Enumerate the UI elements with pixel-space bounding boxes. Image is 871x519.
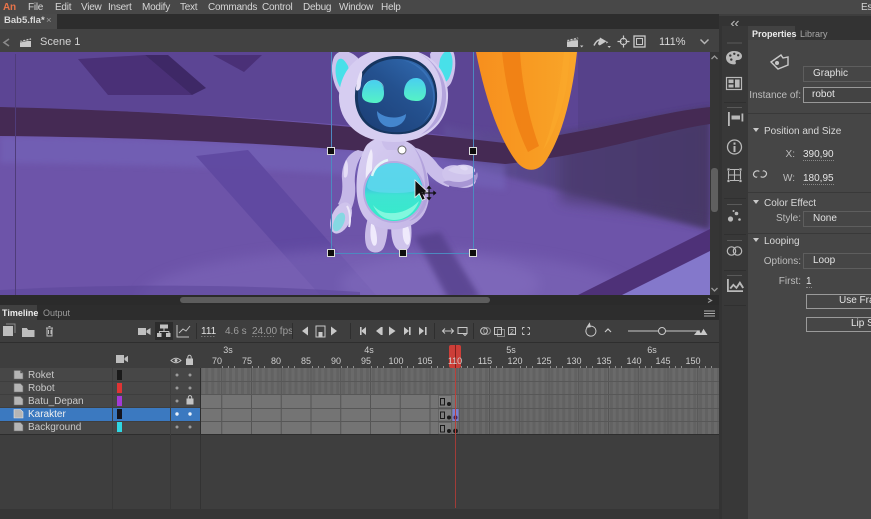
svg-text:Karakter: Karakter xyxy=(28,409,66,420)
svg-text:24.00 fps: 24.00 fps xyxy=(252,326,293,337)
svg-text:145: 145 xyxy=(655,356,670,366)
svg-text:Batu_Depan: Batu_Depan xyxy=(28,396,84,407)
svg-text:125: 125 xyxy=(536,356,551,366)
svg-text:150: 150 xyxy=(685,356,700,366)
svg-text:105: 105 xyxy=(417,356,432,366)
svg-text:95: 95 xyxy=(361,356,371,366)
svg-text:Roket: Roket xyxy=(28,370,54,381)
svg-text:2: 2 xyxy=(510,329,514,336)
svg-text:75: 75 xyxy=(242,356,252,366)
svg-text:135: 135 xyxy=(596,356,611,366)
svg-text:70: 70 xyxy=(212,356,222,366)
svg-text:140: 140 xyxy=(626,356,641,366)
svg-text:115: 115 xyxy=(478,356,492,366)
svg-text:85: 85 xyxy=(301,356,311,366)
svg-text:4s: 4s xyxy=(364,345,374,355)
svg-text:6s: 6s xyxy=(647,345,657,355)
svg-text:5s: 5s xyxy=(506,345,516,355)
svg-text:120: 120 xyxy=(507,356,522,366)
svg-text:130: 130 xyxy=(566,356,581,366)
svg-text:3s: 3s xyxy=(223,345,233,355)
svg-text:90: 90 xyxy=(331,356,341,366)
svg-text:4.6 s: 4.6 s xyxy=(225,326,247,337)
svg-text:110: 110 xyxy=(448,356,462,366)
svg-text:80: 80 xyxy=(271,356,281,366)
svg-text:Background: Background xyxy=(28,422,81,433)
svg-text:111: 111 xyxy=(201,326,217,337)
svg-text:100: 100 xyxy=(388,356,403,366)
svg-text:Robot: Robot xyxy=(28,383,55,394)
